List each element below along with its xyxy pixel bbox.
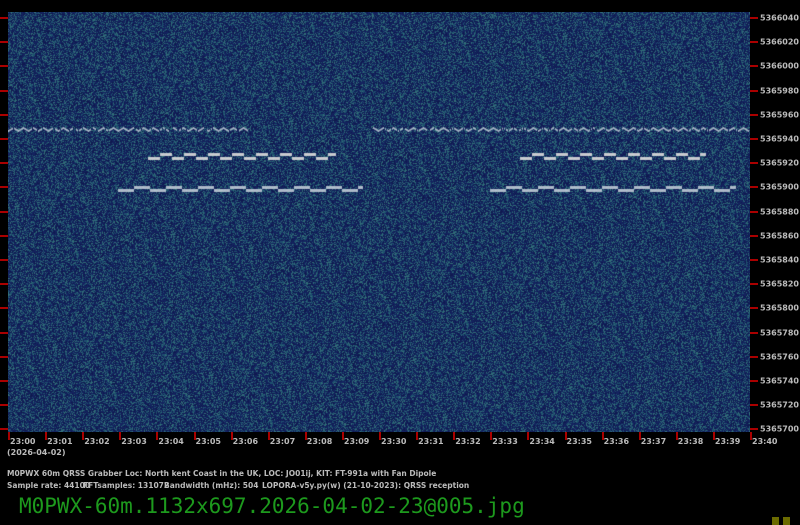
y-tick-label: 5365980 [760, 86, 799, 96]
y-tick-left [0, 283, 8, 286]
y-tick-label: 5365820 [760, 279, 799, 289]
y-tick-label: 5365840 [760, 255, 799, 265]
y-tick [750, 380, 758, 382]
y-tick-label: 5365940 [760, 134, 799, 144]
x-tick-label: 23:08 [306, 437, 333, 446]
y-tick [750, 138, 758, 140]
date-label: (2026-04-02) [7, 448, 66, 457]
y-tick-left [0, 234, 8, 237]
y-tick-label: 5365900 [760, 182, 799, 192]
x-tick-label: 23:02 [84, 437, 110, 446]
y-tick [750, 89, 758, 92]
y-tick-left [0, 307, 8, 310]
x-tick-label: 23:32 [455, 437, 481, 446]
x-tick-label: 23:00 [10, 437, 36, 446]
y-tick [750, 162, 758, 165]
y-tick-left [0, 210, 8, 213]
fft-samples: FFTsamples: 131072 [83, 481, 170, 490]
y-tick-left [0, 404, 8, 407]
x-tick-label: 23:30 [381, 437, 407, 446]
y-tick [750, 283, 758, 286]
y-tick-left [0, 138, 8, 140]
x-tick-label: 23:36 [603, 437, 630, 446]
y-tick-label: 5365800 [760, 303, 799, 313]
y-tick-left [0, 17, 8, 19]
bandwidth: Bandwidth (mHz): 504 [164, 481, 259, 490]
y-tick-label: 5365880 [760, 207, 799, 217]
y-tick-label: 5365920 [760, 158, 799, 168]
x-tick-label: 23:03 [121, 437, 147, 446]
y-tick-label: 5365720 [760, 400, 799, 410]
x-tick-label: 23:07 [269, 437, 296, 446]
y-tick-label: 5365860 [760, 231, 799, 241]
x-tick-label: 23:38 [677, 437, 704, 446]
y-tick-label: 5365700 [760, 424, 799, 434]
qrss-grabber-image: 5366040 5366020 5366000 5365980 5365960 53659… [0, 0, 800, 525]
y-tick [750, 307, 758, 310]
x-tick-label: 23:05 [195, 437, 221, 446]
software-version: LOPORA-v5y.py(w) (21-10-2023): QRSS rece… [262, 481, 470, 490]
marker-square [772, 517, 779, 525]
y-tick [750, 355, 758, 358]
x-tick-label: 23:40 [752, 437, 778, 446]
y-tick-label: 5366020 [760, 37, 799, 47]
x-tick-label: 23:37 [640, 437, 667, 446]
y-tick-label: 5365960 [760, 110, 799, 120]
y-tick [750, 428, 758, 431]
y-tick [750, 113, 758, 116]
y-tick-label: 5366040 [760, 13, 799, 23]
y-tick-label: 5365740 [760, 376, 799, 386]
y-tick [750, 331, 758, 334]
y-tick-left [0, 380, 8, 382]
y-tick-label: 5365760 [760, 352, 799, 362]
y-tick [750, 17, 758, 19]
x-tick-label: 23:09 [343, 437, 370, 446]
y-tick [750, 259, 758, 261]
y-tick-left [0, 259, 8, 261]
x-tick-label: 23:39 [714, 437, 741, 446]
y-tick-left [0, 89, 8, 92]
y-tick [750, 41, 758, 44]
y-tick-left [0, 355, 8, 358]
waterfall-spectrogram [8, 12, 750, 432]
y-tick-label: 5366000 [760, 61, 799, 71]
x-tick-label: 23:06 [232, 437, 259, 446]
y-tick-left [0, 41, 8, 44]
x-tick-label: 23:34 [529, 437, 555, 446]
y-tick-left [0, 113, 8, 116]
x-tick-label: 23:01 [47, 437, 73, 446]
x-tick-label: 23:35 [566, 437, 592, 446]
x-tick-label: 23:33 [492, 437, 518, 446]
y-tick-label: 5365780 [760, 328, 799, 338]
filename-caption: M0PWX-60m.1132x697.2026-04-02-23@005.jpg [19, 494, 525, 518]
y-tick [750, 404, 758, 407]
y-tick-left [0, 162, 8, 165]
y-tick [750, 186, 758, 189]
marker-square [783, 517, 790, 525]
sample-rate: Sample rate: 44100 [7, 481, 91, 490]
y-tick [750, 210, 758, 213]
x-tick-label: 23:04 [158, 437, 184, 446]
y-tick [750, 65, 758, 68]
y-tick-left [0, 186, 8, 189]
y-tick-left [0, 428, 8, 431]
y-tick [750, 234, 758, 237]
station-info: M0PWX 60m QRSS Grabber Loc: North kent C… [7, 469, 437, 478]
y-tick-left [0, 65, 8, 68]
x-tick-label: 23:31 [418, 437, 444, 446]
y-tick-left [0, 331, 8, 334]
